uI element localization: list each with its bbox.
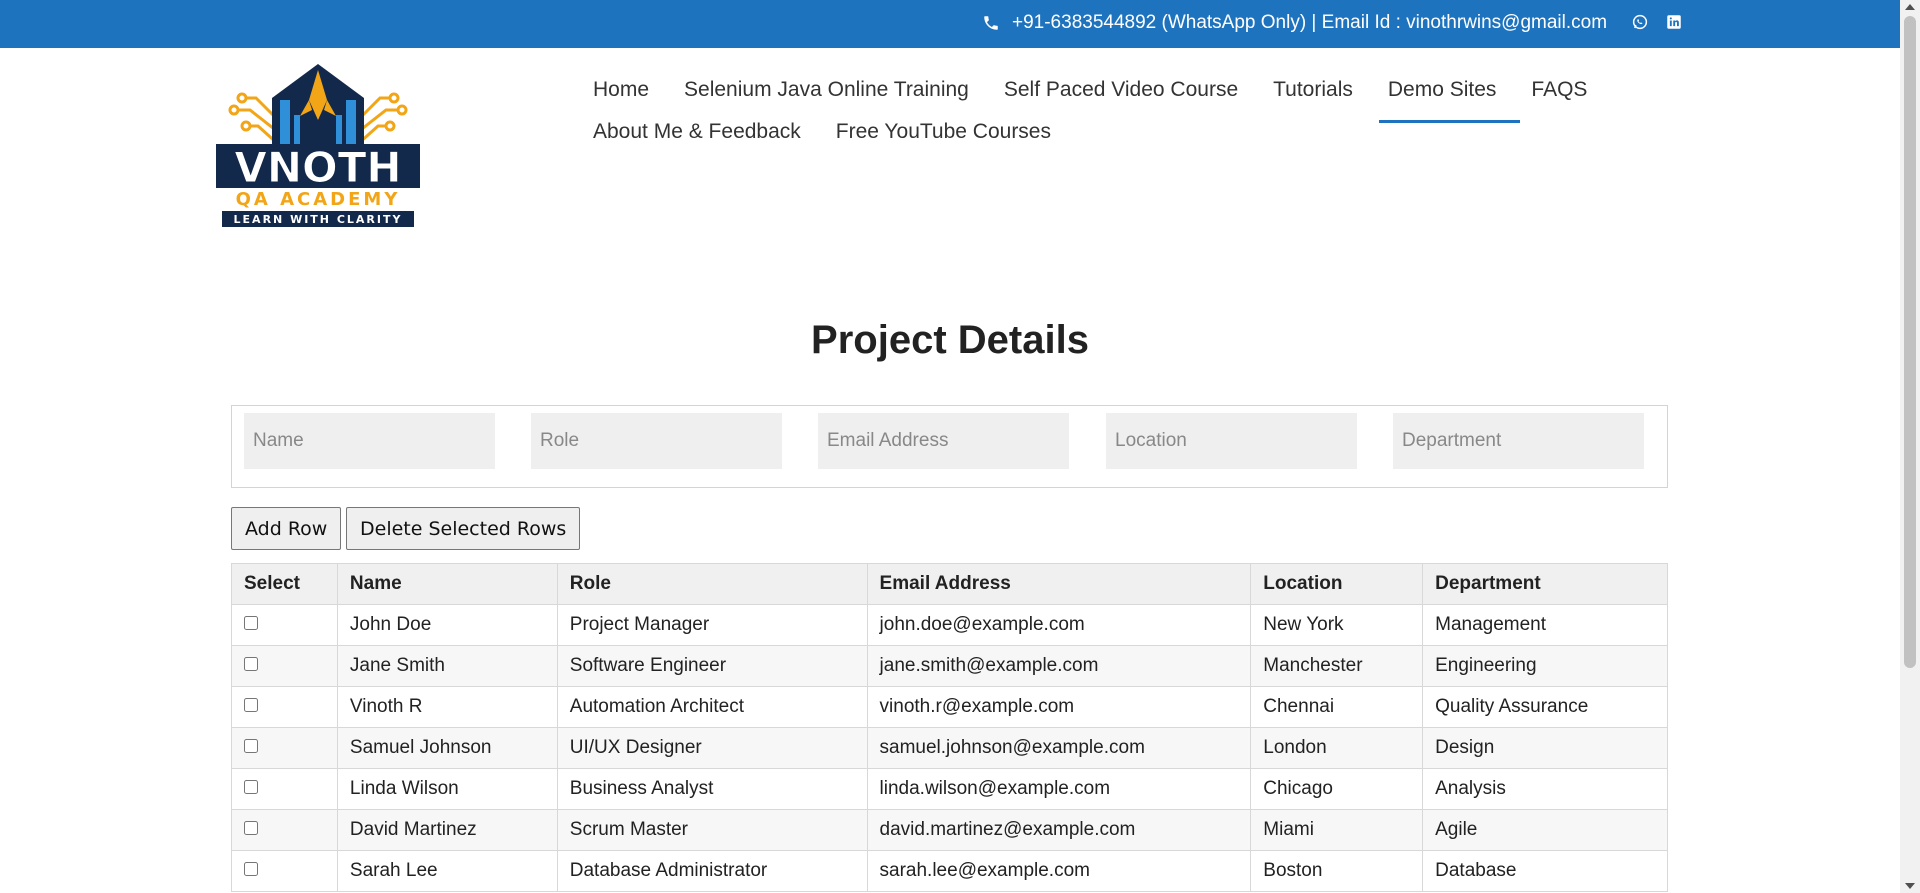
page-title: Project Details bbox=[811, 318, 1089, 362]
cell-department: Design bbox=[1422, 727, 1668, 769]
cell-name: John Doe bbox=[336, 604, 558, 646]
column-header-location: Location bbox=[1250, 563, 1424, 605]
column-header-email: Email Address bbox=[866, 563, 1252, 605]
project-details-table: Select Name Role Email Address Location … bbox=[231, 563, 1668, 892]
delete-selected-rows-button[interactable]: Delete Selected Rows bbox=[346, 507, 581, 550]
table-row: Sarah Lee Database Administrator sarah.l… bbox=[231, 850, 1668, 892]
row-select-checkbox[interactable] bbox=[244, 821, 258, 835]
role-input[interactable] bbox=[531, 413, 782, 469]
column-header-department: Department bbox=[1422, 563, 1668, 605]
social-links bbox=[1630, 12, 1684, 32]
logo-tagline: LEARN WITH CLARITY bbox=[234, 213, 403, 226]
contact-info: +91-6383544892 (WhatsApp Only) | Email I… bbox=[982, 12, 1607, 34]
column-header-role: Role bbox=[556, 563, 868, 605]
column-header-select: Select bbox=[231, 563, 338, 605]
cell-location: London bbox=[1250, 727, 1424, 769]
logo-main-text: VNOTH bbox=[234, 143, 401, 192]
row-select-checkbox[interactable] bbox=[244, 739, 258, 753]
cell-name: Samuel Johnson bbox=[336, 727, 558, 769]
select-cell bbox=[231, 809, 338, 851]
table-row: David Martinez Scrum Master david.martin… bbox=[231, 809, 1668, 851]
select-cell bbox=[231, 727, 338, 769]
cell-name: Vinoth R bbox=[336, 686, 558, 728]
row-select-checkbox[interactable] bbox=[244, 862, 258, 876]
cell-email: samuel.johnson@example.com bbox=[866, 727, 1252, 769]
select-cell bbox=[231, 686, 338, 728]
department-input[interactable] bbox=[1393, 413, 1644, 469]
nav-item-self-paced-video-course[interactable]: Self Paced Video Course bbox=[995, 78, 1247, 102]
cell-name: Linda Wilson bbox=[336, 768, 558, 810]
top-contact-bar: +91-6383544892 (WhatsApp Only) | Email I… bbox=[0, 0, 1900, 48]
cell-email: linda.wilson@example.com bbox=[866, 768, 1252, 810]
nav-item-demo-sites[interactable]: Demo Sites bbox=[1378, 78, 1520, 123]
cell-email: vinoth.r@example.com bbox=[866, 686, 1252, 728]
nav-item-home[interactable]: Home bbox=[584, 78, 658, 102]
name-input[interactable] bbox=[244, 413, 495, 469]
cell-email: sarah.lee@example.com bbox=[866, 850, 1252, 892]
site-logo[interactable]: VNOTH QA ACADEMY LEARN WITH CLARITY bbox=[216, 60, 420, 230]
cell-email: david.martinez@example.com bbox=[866, 809, 1252, 851]
location-input[interactable] bbox=[1106, 413, 1357, 469]
cell-department: Engineering bbox=[1422, 645, 1668, 687]
cell-role: Scrum Master bbox=[556, 809, 868, 851]
table-row: John Doe Project Manager john.doe@exampl… bbox=[231, 604, 1668, 646]
row-select-checkbox[interactable] bbox=[244, 780, 258, 794]
cell-department: Quality Assurance bbox=[1422, 686, 1668, 728]
table-row: Samuel Johnson UI/UX Designer samuel.joh… bbox=[231, 727, 1668, 769]
linkedin-icon[interactable] bbox=[1664, 12, 1684, 32]
nav-item-free-youtube-courses[interactable]: Free YouTube Courses bbox=[827, 120, 1060, 144]
row-select-checkbox[interactable] bbox=[244, 698, 258, 712]
cell-location: Miami bbox=[1250, 809, 1424, 851]
nav-item-faqs[interactable]: FAQS bbox=[1522, 78, 1596, 102]
table-row: Vinoth R Automation Architect vinoth.r@e… bbox=[231, 686, 1668, 728]
cell-role: Project Manager bbox=[556, 604, 868, 646]
cell-role: Automation Architect bbox=[556, 686, 868, 728]
cell-name: David Martinez bbox=[336, 809, 558, 851]
cell-department: Database bbox=[1422, 850, 1668, 892]
phone-icon bbox=[982, 14, 1000, 32]
row-select-checkbox[interactable] bbox=[244, 616, 258, 630]
cell-department: Agile bbox=[1422, 809, 1668, 851]
scroll-down-arrow-icon[interactable] bbox=[1905, 883, 1915, 889]
nav-item-tutorials[interactable]: Tutorials bbox=[1264, 78, 1362, 102]
cell-location: Manchester bbox=[1250, 645, 1424, 687]
row-select-checkbox[interactable] bbox=[244, 657, 258, 671]
select-cell bbox=[231, 768, 338, 810]
nav-item-selenium-java-online-training[interactable]: Selenium Java Online Training bbox=[675, 78, 978, 102]
scrollbar-thumb[interactable] bbox=[1904, 16, 1916, 668]
nav-item-about-me-feedback[interactable]: About Me & Feedback bbox=[584, 120, 810, 144]
cell-department: Analysis bbox=[1422, 768, 1668, 810]
cell-role: UI/UX Designer bbox=[556, 727, 868, 769]
cell-location: Chicago bbox=[1250, 768, 1424, 810]
email-input[interactable] bbox=[818, 413, 1069, 469]
cell-role: Software Engineer bbox=[556, 645, 868, 687]
cell-department: Management bbox=[1422, 604, 1668, 646]
cell-name: Sarah Lee bbox=[336, 850, 558, 892]
cell-email: john.doe@example.com bbox=[866, 604, 1252, 646]
main-nav: Home Selenium Java Online Training Self … bbox=[584, 78, 1587, 144]
table-header-row: Select Name Role Email Address Location … bbox=[231, 563, 1668, 605]
column-header-name: Name bbox=[336, 563, 558, 605]
select-cell bbox=[231, 645, 338, 687]
whatsapp-icon[interactable] bbox=[1630, 12, 1650, 32]
add-row-form bbox=[231, 405, 1668, 488]
cell-name: Jane Smith bbox=[336, 645, 558, 687]
table-row: Jane Smith Software Engineer jane.smith@… bbox=[231, 645, 1668, 687]
cell-location: Boston bbox=[1250, 850, 1424, 892]
select-cell bbox=[231, 604, 338, 646]
cell-location: New York bbox=[1250, 604, 1424, 646]
cell-role: Database Administrator bbox=[556, 850, 868, 892]
page-scrollbar[interactable] bbox=[1900, 0, 1920, 893]
cell-role: Business Analyst bbox=[556, 768, 868, 810]
scroll-up-arrow-icon[interactable] bbox=[1905, 4, 1915, 10]
logo-sub-text: QA ACADEMY bbox=[236, 189, 401, 210]
cell-location: Chennai bbox=[1250, 686, 1424, 728]
cell-email: jane.smith@example.com bbox=[866, 645, 1252, 687]
contact-text: +91-6383544892 (WhatsApp Only) | Email I… bbox=[1012, 12, 1608, 33]
select-cell bbox=[231, 850, 338, 892]
table-row: Linda Wilson Business Analyst linda.wils… bbox=[231, 768, 1668, 810]
add-row-button[interactable]: Add Row bbox=[231, 507, 342, 550]
